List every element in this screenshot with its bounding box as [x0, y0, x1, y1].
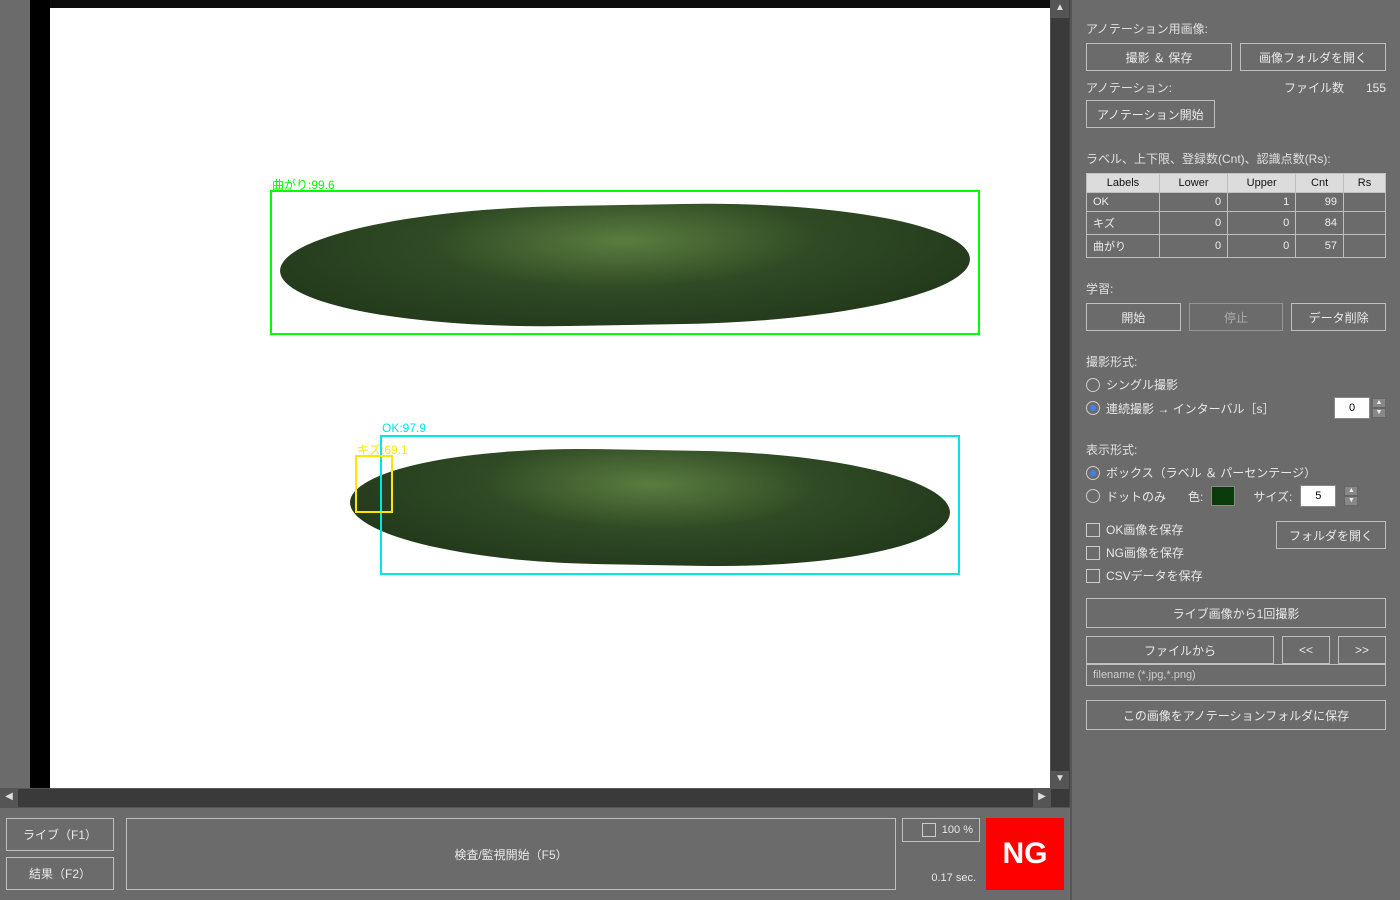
- label-table[interactable]: LabelsLowerUpperCntRs OK0199キズ0084曲がり005…: [1086, 173, 1386, 258]
- detection-label: 曲がり:99.6: [272, 176, 335, 193]
- display-box-radio[interactable]: ボックス（ラベル ＆ パーセンテージ）: [1086, 464, 1316, 481]
- interval-input[interactable]: [1334, 397, 1370, 419]
- file-count-label: ファイル数: [1284, 79, 1344, 96]
- table-header: Rs: [1344, 174, 1386, 193]
- table-header: Labels: [1087, 174, 1160, 193]
- dot-color-swatch[interactable]: [1211, 486, 1235, 506]
- shot-mode-label: 撮影形式:: [1086, 353, 1386, 370]
- file-count-value: 155: [1352, 81, 1386, 95]
- size-label: サイズ:: [1253, 488, 1292, 505]
- interval-spinner[interactable]: ▲▼: [1372, 398, 1386, 418]
- save-to-annotation-folder-button[interactable]: この画像をアノテーションフォルダに保存: [1086, 700, 1386, 730]
- shot-continuous-radio[interactable]: 連続撮影 → インターバル［s］: [1086, 400, 1275, 417]
- learn-stop-button: 停止: [1189, 303, 1284, 331]
- scroll-left-icon[interactable]: ◀: [0, 789, 18, 807]
- result-status-badge: NG: [986, 818, 1064, 890]
- scroll-down-icon[interactable]: ▼: [1051, 771, 1069, 789]
- display-dot-radio[interactable]: ドットのみ: [1086, 488, 1166, 505]
- filename-field[interactable]: filename (*.jpg,*.png): [1086, 664, 1386, 686]
- inference-time: 0.17 sec.: [902, 842, 980, 890]
- table-header: Upper: [1228, 174, 1296, 193]
- live-single-capture-button[interactable]: ライブ画像から1回撮影: [1086, 598, 1386, 628]
- detection-label: キズ:69.1: [357, 441, 408, 458]
- table-row[interactable]: 曲がり0057: [1087, 235, 1386, 258]
- annotation-image-label: アノテーション用画像:: [1086, 20, 1386, 37]
- live-button[interactable]: ライブ（F1）: [6, 818, 114, 851]
- table-row[interactable]: キズ0084: [1087, 212, 1386, 235]
- annotation-label: アノテーション:: [1086, 79, 1172, 96]
- from-file-button[interactable]: ファイルから: [1086, 636, 1274, 664]
- color-label: 色:: [1188, 488, 1203, 505]
- learn-delete-button[interactable]: データ削除: [1291, 303, 1386, 331]
- zoom-control[interactable]: 100 %: [902, 818, 980, 842]
- side-panel: アノテーション用画像: 撮影 ＆ 保存 画像フォルダを開く アノテーション: フ…: [1070, 0, 1400, 900]
- horizontal-scrollbar[interactable]: ◀ ▶: [0, 788, 1051, 807]
- inspect-start-button[interactable]: 検査/監視開始（F5）: [126, 818, 896, 890]
- dot-size-spinner[interactable]: ▲▼: [1344, 486, 1358, 506]
- save-ok-checkbox[interactable]: OK画像を保存: [1086, 521, 1203, 538]
- result-button[interactable]: 結果（F2）: [6, 857, 114, 890]
- annotation-start-button[interactable]: アノテーション開始: [1086, 100, 1215, 128]
- detection-box: 曲がり:99.6: [270, 190, 980, 335]
- dot-size-input[interactable]: [1300, 485, 1336, 507]
- scroll-up-icon[interactable]: ▲: [1051, 0, 1069, 18]
- learn-label: 学習:: [1086, 280, 1386, 297]
- bottom-bar: ライブ（F1） 結果（F2） 検査/監視開始（F5） 100 % 0.17 se…: [0, 807, 1070, 900]
- table-header: Lower: [1159, 174, 1227, 193]
- save-csv-checkbox[interactable]: CSVデータを保存: [1086, 567, 1203, 584]
- table-header: Cnt: [1296, 174, 1344, 193]
- save-ng-checkbox[interactable]: NG画像を保存: [1086, 544, 1203, 561]
- detection-label: OK:97.9: [382, 421, 426, 435]
- learn-start-button[interactable]: 開始: [1086, 303, 1181, 331]
- detection-box: OK:97.9: [380, 435, 960, 575]
- prev-file-button[interactable]: <<: [1282, 636, 1330, 664]
- vertical-scrollbar[interactable]: ▲ ▼: [1050, 0, 1069, 789]
- display-mode-label: 表示形式:: [1086, 441, 1386, 458]
- detection-box: キズ:69.1: [355, 455, 393, 513]
- scroll-right-icon[interactable]: ▶: [1033, 789, 1051, 807]
- table-row[interactable]: OK0199: [1087, 193, 1386, 212]
- zoom-checkbox[interactable]: [922, 823, 936, 837]
- capture-save-button[interactable]: 撮影 ＆ 保存: [1086, 43, 1232, 71]
- inspect-start-label: 検査/監視開始（F5）: [454, 846, 567, 863]
- image-canvas: 曲がり:99.6OK:97.9キズ:69.1: [30, 0, 1050, 790]
- shot-single-radio[interactable]: シングル撮影: [1086, 376, 1178, 393]
- next-file-button[interactable]: >>: [1338, 636, 1386, 664]
- label-table-header: ラベル、上下限、登録数(Cnt)、認識点数(Rs):: [1086, 150, 1386, 167]
- zoom-value: 100 %: [942, 824, 973, 836]
- open-image-folder-button[interactable]: 画像フォルダを開く: [1240, 43, 1386, 71]
- image-viewer[interactable]: 曲がり:99.6OK:97.9キズ:69.1 ▲ ▼ ◀ ▶: [0, 0, 1070, 807]
- open-save-folder-button[interactable]: フォルダを開く: [1276, 521, 1386, 549]
